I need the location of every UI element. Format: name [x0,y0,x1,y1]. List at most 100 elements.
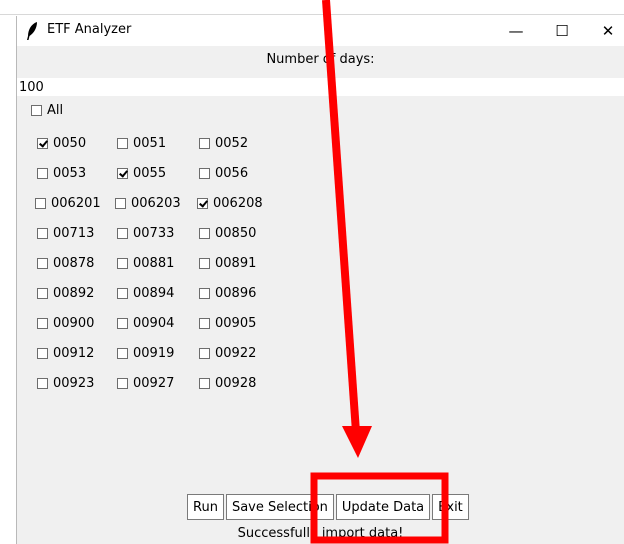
etf-checkbox[interactable]: 006201 [35,193,101,213]
etf-checkbox-box[interactable] [117,227,128,239]
close-icon: ✕ [601,22,615,40]
etf-checkbox-label: 00927 [133,375,175,391]
etf-checkbox-box[interactable] [199,137,210,149]
etf-checkbox-label: 00894 [133,285,175,301]
status-text: Successfully import data! [237,526,404,541]
etf-checkbox-label: 0055 [133,165,167,181]
etf-checkbox[interactable]: 0051 [117,133,166,153]
save-selection-button[interactable]: Save Selection [225,494,334,520]
etf-checkbox-box[interactable] [37,317,48,329]
all-checkbox[interactable]: All [31,100,63,120]
etf-checkbox-label: 00881 [133,255,175,271]
etf-checkbox[interactable]: 00733 [117,223,174,243]
etf-checkbox-box[interactable] [115,197,126,209]
etf-checkbox[interactable]: 006203 [115,193,181,213]
etf-checkbox-label: 00900 [53,315,95,331]
minimize-button[interactable]: — [493,16,539,46]
etf-checkbox-box[interactable] [117,287,128,299]
etf-checkbox-box[interactable] [117,317,128,329]
etf-checkbox[interactable]: 00904 [117,313,174,333]
etf-checkbox-box[interactable] [37,347,48,359]
etf-checkbox-box[interactable] [117,167,128,179]
etf-checkbox[interactable]: 00878 [37,253,94,273]
etf-checkbox-label: 00850 [215,225,257,241]
days-label: Number of days: [266,52,375,67]
etf-checkbox[interactable]: 0055 [117,163,166,183]
background-line [0,14,624,15]
etf-checkbox-box[interactable] [199,347,210,359]
etf-checkbox-label: 00878 [53,255,95,271]
etf-checkbox-label: 00919 [133,345,175,361]
etf-checkbox-box[interactable] [117,347,128,359]
days-input[interactable] [17,78,624,96]
exit-button[interactable]: Exit [432,494,469,520]
etf-checkbox-box[interactable] [117,377,128,389]
etf-checkbox-label: 0056 [215,165,249,181]
etf-checkbox[interactable]: 00922 [199,343,256,363]
etf-checkbox-box[interactable] [37,257,48,269]
etf-checkbox[interactable]: 00713 [37,223,94,243]
maximize-button[interactable]: ☐ [539,16,585,46]
etf-checkbox-box[interactable] [199,317,210,329]
all-checkbox-box[interactable] [31,104,42,116]
etf-checkbox-box[interactable] [197,197,208,209]
window-title: ETF Analyzer [47,22,132,37]
etf-checkbox[interactable]: 00896 [199,283,256,303]
etf-checkbox-box[interactable] [117,137,128,149]
etf-checkbox-label: 006201 [51,195,101,211]
background-strip [0,0,624,16]
close-button[interactable]: ✕ [585,16,624,46]
etf-checkbox[interactable]: 0056 [199,163,248,183]
etf-checkbox[interactable]: 0052 [199,133,248,153]
etf-checkbox[interactable]: 0053 [37,163,86,183]
etf-checkbox[interactable]: 00900 [37,313,94,333]
etf-checkbox-label: 0053 [53,165,87,181]
etf-checkbox-label: 00922 [215,345,257,361]
etf-checkbox-box[interactable] [37,377,48,389]
title-bar: ETF Analyzer — ☐ ✕ [17,16,624,46]
update-data-button[interactable]: Update Data [335,494,431,520]
feather-icon [27,22,37,40]
etf-checkbox-box[interactable] [199,257,210,269]
etf-checkbox-box[interactable] [199,377,210,389]
etf-checkbox-box[interactable] [199,287,210,299]
maximize-icon: ☐ [555,22,569,40]
etf-checkbox[interactable]: 00927 [117,373,174,393]
etf-checkbox[interactable]: 00923 [37,373,94,393]
etf-checkbox[interactable]: 00850 [199,223,256,243]
etf-checkbox[interactable]: 00919 [117,343,174,363]
button-row: Run Save Selection Update Data Exit [187,494,471,520]
etf-checkbox-box[interactable] [199,167,210,179]
etf-checkbox[interactable]: 00905 [199,313,256,333]
etf-checkbox[interactable]: 0050 [37,133,86,153]
etf-checkbox-label: 00928 [215,375,257,391]
etf-checkbox-box[interactable] [37,137,48,149]
etf-checkbox[interactable]: 00912 [37,343,94,363]
etf-checkbox-label: 00905 [215,315,257,331]
minimize-icon: — [508,22,524,40]
etf-checkbox[interactable]: 006208 [197,193,263,213]
etf-checkbox-label: 00891 [215,255,257,271]
etf-checkbox-box[interactable] [199,227,210,239]
etf-checkbox-label: 006203 [131,195,181,211]
run-button[interactable]: Run [187,494,224,520]
etf-checkbox-label: 00896 [215,285,257,301]
all-checkbox-label: All [47,102,64,118]
etf-checkbox-label: 00892 [53,285,95,301]
etf-checkbox[interactable]: 00881 [117,253,174,273]
etf-checkbox[interactable]: 00894 [117,283,174,303]
etf-checkbox-box[interactable] [37,287,48,299]
etf-checkbox-label: 00904 [133,315,175,331]
etf-checkbox[interactable]: 00928 [199,373,256,393]
etf-checkbox-box[interactable] [37,227,48,239]
etf-checkbox[interactable]: 00891 [199,253,256,273]
app-window: ETF Analyzer — ☐ ✕ Number of days: All 0… [16,16,624,544]
etf-checkbox-label: 00733 [133,225,175,241]
etf-checkbox-label: 00923 [53,375,95,391]
etf-checkbox-label: 0051 [133,135,167,151]
etf-checkbox-box[interactable] [35,197,46,209]
etf-checkbox-box[interactable] [117,257,128,269]
etf-checkbox[interactable]: 00892 [37,283,94,303]
etf-checkbox-box[interactable] [37,167,48,179]
etf-checkbox-label: 0050 [53,135,87,151]
